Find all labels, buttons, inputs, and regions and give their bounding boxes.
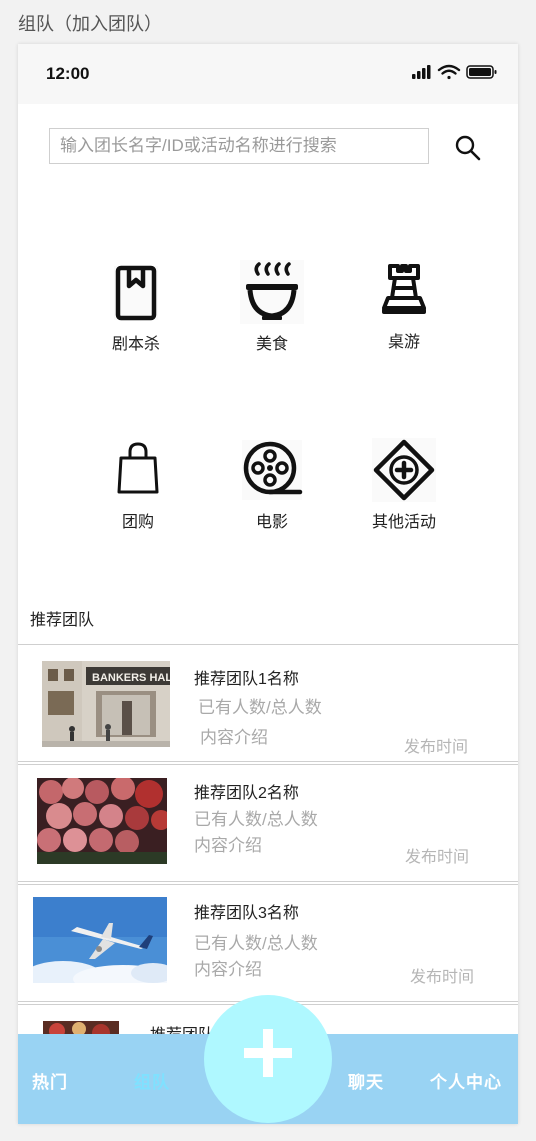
team-publish-time: 发布时间 xyxy=(405,849,470,866)
team-name: 推荐团队1名称 xyxy=(194,671,299,688)
search-icon xyxy=(455,135,481,161)
team-card-1[interactable]: BANKERS HAL 推荐团队1名称 已有人数/总人数 内容介绍 发布时间 xyxy=(18,644,518,762)
phone-frame: 12:00 输入团长名字/ID或活动名称进行搜索 剧本杀 美食 桌游 团购 电影… xyxy=(18,44,518,1124)
bank-building-photo: BANKERS HAL xyxy=(42,661,170,747)
tab-profile[interactable]: 个人中心 xyxy=(430,1068,502,1093)
category-script-murder[interactable]: 剧本杀 xyxy=(81,260,191,354)
category-food[interactable]: 美食 xyxy=(217,260,327,354)
category-label: 美食 xyxy=(255,336,288,353)
team-publish-time: 发布时间 xyxy=(410,969,475,986)
team-member-count: 已有人数/总人数 xyxy=(198,698,322,717)
page-caption: 组队（加入团队） xyxy=(18,14,162,34)
category-label: 剧本杀 xyxy=(111,336,160,353)
diamond-plus-icon xyxy=(372,438,436,502)
food-bowl-icon xyxy=(240,260,304,324)
search-box xyxy=(49,128,429,164)
tab-chat[interactable]: 聊天 xyxy=(348,1068,384,1093)
team-member-count: 已有人数/总人数 xyxy=(194,934,318,953)
tab-team[interactable]: 组队 xyxy=(134,1068,170,1093)
team-publish-time: 发布时间 xyxy=(404,739,469,756)
shopping-bag-icon xyxy=(117,442,159,494)
team-description: 内容介绍 xyxy=(194,836,262,855)
team-name: 推荐团队3名称 xyxy=(194,905,299,922)
roses-photo xyxy=(37,778,167,864)
category-other-activities[interactable]: 其他活动 xyxy=(349,438,459,532)
category-label: 团购 xyxy=(121,514,154,531)
film-reel-icon xyxy=(242,440,303,500)
section-title: 推荐团队 xyxy=(30,612,95,629)
signal-icon xyxy=(412,65,431,79)
category-label: 桌游 xyxy=(387,334,420,351)
category-label: 电影 xyxy=(255,514,288,531)
photo-sign-text: BANKERS HAL xyxy=(92,672,170,684)
category-board-games[interactable]: 桌游 xyxy=(349,258,459,352)
team-card-3[interactable]: 推荐团队3名称 已有人数/总人数 内容介绍 发布时间 xyxy=(18,884,518,1002)
status-time: 12:00 xyxy=(46,64,90,83)
search-button[interactable] xyxy=(454,134,482,162)
chess-rook-icon xyxy=(382,264,426,314)
airplane-photo xyxy=(33,897,167,983)
plus-icon xyxy=(244,1029,292,1077)
category-movie[interactable]: 电影 xyxy=(217,438,327,532)
category-label: 其他活动 xyxy=(371,514,436,531)
tab-hot[interactable]: 热门 xyxy=(32,1068,68,1093)
team-name: 推荐团队2名称 xyxy=(194,785,299,802)
create-team-button[interactable] xyxy=(204,995,332,1123)
status-icons xyxy=(412,64,498,80)
battery-icon xyxy=(466,65,497,79)
team-description: 内容介绍 xyxy=(194,960,262,979)
status-bar: 12:00 xyxy=(18,44,518,104)
search-input[interactable] xyxy=(50,129,428,163)
category-group-buy[interactable]: 团购 xyxy=(83,438,193,532)
team-description: 内容介绍 xyxy=(200,728,268,747)
team-card-2[interactable]: 推荐团队2名称 已有人数/总人数 内容介绍 发布时间 xyxy=(18,764,518,882)
team-member-count: 已有人数/总人数 xyxy=(194,810,318,829)
script-book-icon xyxy=(114,265,158,321)
wifi-icon xyxy=(437,64,461,80)
